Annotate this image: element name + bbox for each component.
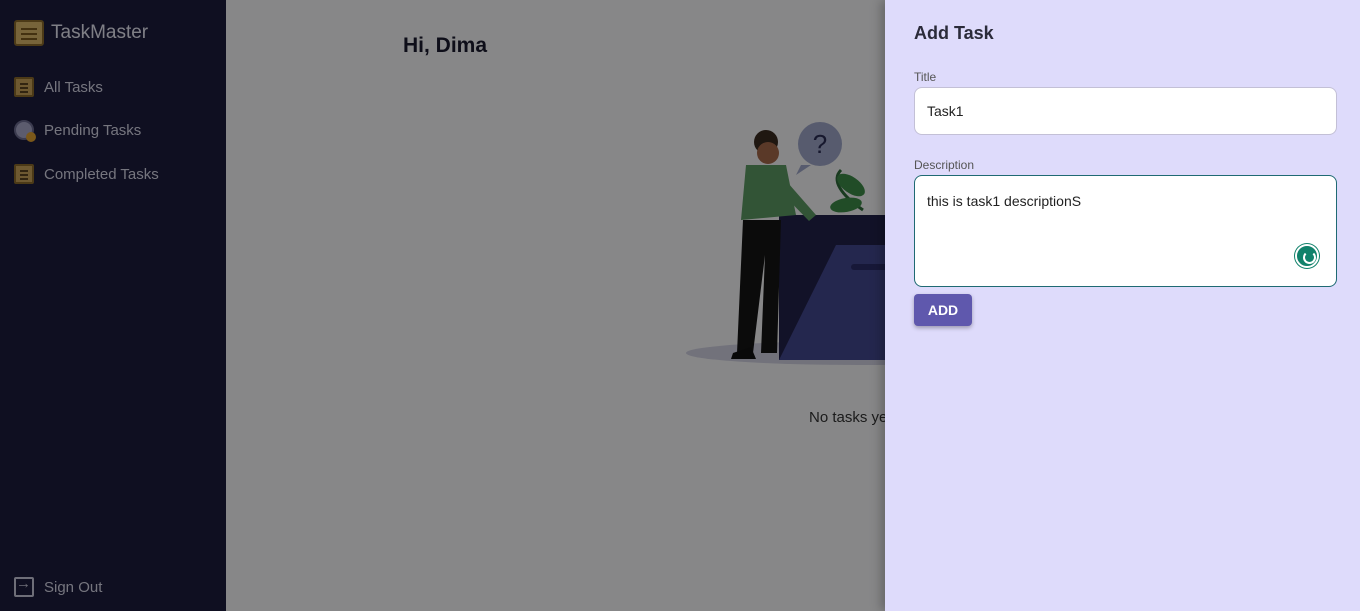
title-input[interactable] bbox=[914, 87, 1337, 135]
modal-backdrop[interactable] bbox=[0, 0, 885, 611]
description-label: Description bbox=[914, 158, 975, 172]
add-task-drawer: Add Task Title Description this is task1… bbox=[885, 0, 1360, 611]
add-button[interactable]: ADD bbox=[914, 294, 972, 326]
title-label: Title bbox=[914, 70, 937, 84]
drawer-title: Add Task bbox=[914, 23, 994, 43]
description-input[interactable]: this is task1 descriptionS bbox=[914, 175, 1337, 287]
grammar-assistant-icon[interactable] bbox=[1295, 244, 1319, 268]
